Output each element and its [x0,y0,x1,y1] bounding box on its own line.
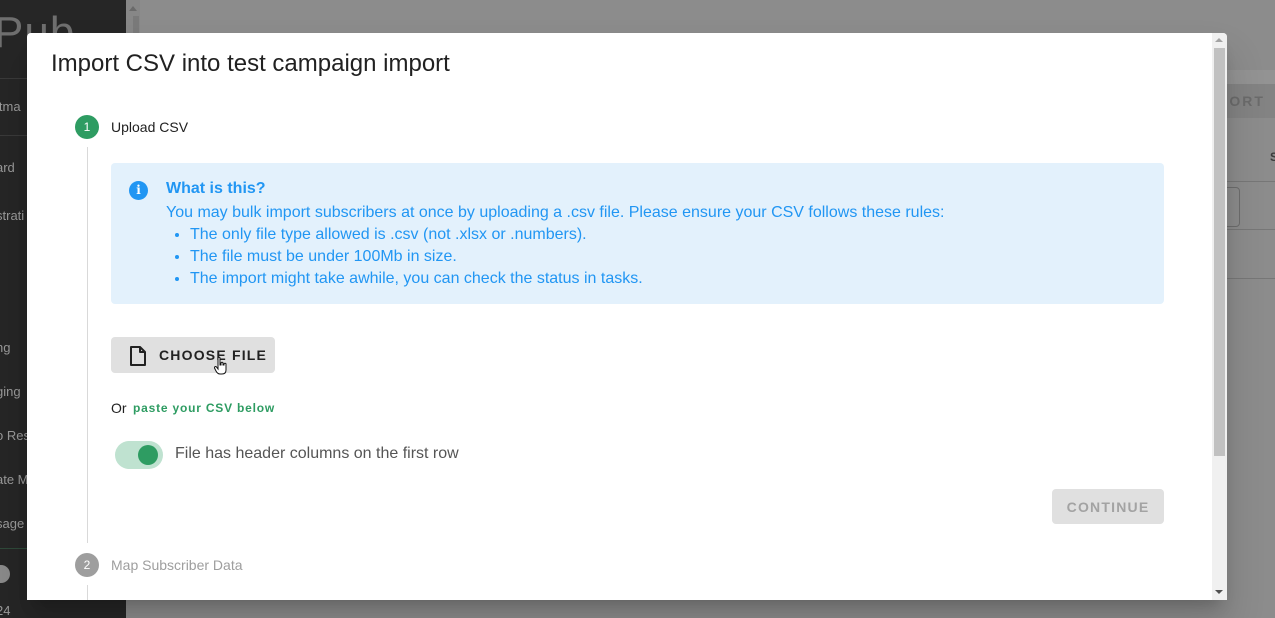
rule-item: The file must be under 100Mb in size. [190,246,944,268]
choose-file-button[interactable]: CHOOSE FILE [111,337,275,373]
sidebar-footer-text: 24 [0,603,11,618]
step-1-label[interactable]: Upload CSV [111,119,188,135]
background-divider [1227,278,1275,279]
hand-cursor-icon [214,357,227,375]
sidebar-item[interactable]: sage [0,516,24,531]
sidebar-item[interactable]: ng [0,340,10,355]
background-divider [1227,229,1275,230]
background-column-header: S [1270,150,1275,164]
or-text: Or [111,400,127,416]
sidebar-item[interactable]: ging [0,384,21,399]
scroll-up-arrow-icon[interactable] [129,6,137,11]
scroll-thumb[interactable] [1214,48,1225,456]
sidebar-item[interactable]: strati [0,208,24,223]
rules-list: The only file type allowed is .csv (not … [166,224,944,290]
rule-item: The import might take awhile, you can ch… [190,268,944,290]
info-icon: i [129,181,148,200]
header-columns-label[interactable]: File has header columns on the first row [175,445,459,463]
alert-body: You may bulk import subscribers at once … [166,202,944,290]
rule-item: The only file type allowed is .csv (not … [190,224,944,246]
sidebar-item[interactable]: itma [0,99,21,114]
toggle-thumb [138,445,158,465]
stepper-connector [87,147,88,543]
alert-title: What is this? [166,180,266,197]
sidebar-item[interactable]: ate M [0,472,29,487]
header-columns-toggle[interactable] [115,441,163,469]
file-icon [130,346,146,366]
paste-csv-link[interactable]: paste your CSV below [133,401,275,415]
sidebar-item[interactable]: ard [0,160,15,175]
sidebar-item[interactable]: o Res [0,428,30,443]
step-2-label[interactable]: Map Subscriber Data [111,557,243,573]
step-2-indicator: 2 [75,553,99,577]
import-csv-dialog: Import CSV into test campaign import 1 U… [27,33,1227,600]
stepper-connector [87,585,88,600]
background-divider [1227,181,1275,182]
dialog-scrollbar[interactable] [1212,33,1227,600]
info-alert: i What is this? You may bulk import subs… [111,163,1164,304]
alert-description: You may bulk import subscribers at once … [166,204,945,221]
scroll-up-arrow-icon[interactable] [1215,38,1223,42]
continue-button[interactable]: CONTINUE [1052,489,1164,524]
step-1-indicator: 1 [75,115,99,139]
avatar[interactable] [0,565,10,583]
dialog-title: Import CSV into test campaign import [51,50,450,77]
scroll-down-arrow-icon[interactable] [1215,590,1223,594]
